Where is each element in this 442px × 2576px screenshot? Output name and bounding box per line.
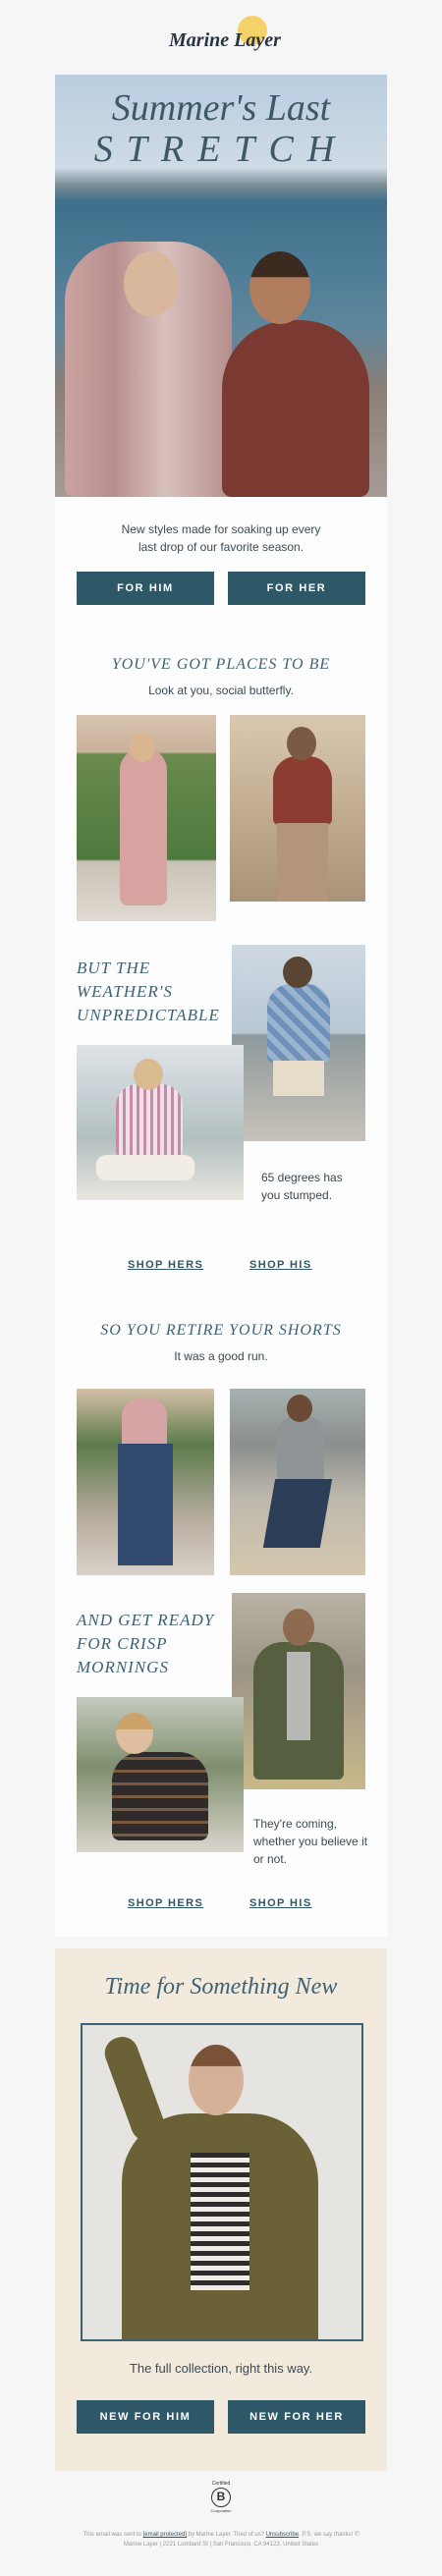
mornings-heading-line2: FOR CRISP [77,1634,168,1653]
brand-logo[interactable]: Marine Layer [167,14,281,67]
sweater-walk-figure [277,1416,324,1481]
logo-text: Marine Layer [169,29,281,51]
promo-tee-stripes [191,2153,249,2290]
b-corp-badge: Certified B Corporation [207,2481,235,2518]
hero-image[interactable]: Summer's Last STRETCH [55,75,387,497]
section-shorts-heading: SO YOU RETIRE YOUR SHORTS [100,1322,342,1339]
red-polo-head [287,727,316,760]
hero-title-line1: Summer's Last [111,87,331,129]
red-polo-figure [273,756,332,825]
b-corp-badge-bottom: Corporation [210,2508,232,2513]
hero-title-line2: STRETCH [93,129,349,170]
mornings-heading-line1: AND GET READY [77,1611,215,1629]
mornings-shop-hers-link[interactable]: SHOP HERS [128,1897,203,1909]
blue-plaid-shorts [273,1061,324,1096]
olive-jacket-head [283,1609,314,1646]
striped-shirt-legs [96,1155,194,1180]
pink-dress-head [130,733,155,762]
mornings-caption: They're coming, whether you believe it o… [253,1817,368,1866]
weather-heading-line3: UNPREDICTABLE [77,1006,220,1024]
section-shorts: SO YOU RETIRE YOUR SHORTS It was a good … [55,1283,387,1583]
weather-heading-line1: BUT THE [77,959,151,977]
denim-flare-jeans [118,1444,173,1565]
photo-blue-plaid[interactable] [232,945,365,1141]
footer-text-mid: by Marine Layer. Tired of us? [188,2532,265,2538]
weather-shop-his-link[interactable]: SHOP HIS [249,1259,312,1271]
section-weather: BUT THE WEATHER'S UNPREDICTABLE 65 degre… [55,929,387,1283]
new-for-her-button[interactable]: NEW FOR HER [228,2400,365,2434]
weather-caption: 65 degrees has you stumped. [261,1171,343,1202]
hero-woman-head [124,251,179,316]
hero-body: New styles made for soaking up every las… [55,497,387,625]
sweater-walk-head [287,1395,312,1422]
for-him-button[interactable]: FOR HIM [77,572,214,605]
olive-jacket-shirt [287,1652,310,1740]
photo-pink-dress[interactable] [77,715,216,921]
new-for-him-button[interactable]: NEW FOR HIM [77,2400,214,2434]
section-shorts-sub: It was a good run. [174,1349,268,1363]
weather-shop-hers-link[interactable]: SHOP HERS [128,1259,203,1271]
photo-denim-flare[interactable] [77,1389,214,1575]
mornings-heading-line3: MORNINGS [77,1658,169,1676]
stripe-sweater-figure [112,1752,208,1840]
section-places: YOU'VE GOT PLACES TO BE Look at you, soc… [55,625,387,929]
promo-head [189,2045,244,2115]
section-places-heading: YOU'VE GOT PLACES TO BE [111,656,331,673]
photo-red-polo[interactable] [230,715,365,902]
promo-sub: The full collection, right this way. [129,2361,313,2376]
footer-text-before: This email was sent to [83,2532,141,2538]
footer-email-link[interactable]: [email protected] [143,2532,187,2538]
footer-legal: This email was sent to [email protected]… [75,2530,367,2549]
b-corp-badge-top: Certified [211,2481,231,2487]
promo-section: Time for Something New The full collecti… [55,1948,387,2471]
photo-stripe-sweater[interactable] [77,1697,244,1852]
blue-plaid-head [283,957,312,988]
photo-striped-shirt[interactable] [77,1045,244,1200]
denim-flare-top [122,1398,167,1448]
promo-arm-raised [100,2032,169,2146]
red-polo-legs [277,823,328,902]
photo-sweater-walk[interactable] [230,1389,365,1575]
promo-title: Time for Something New [104,1974,338,2000]
hero-man-head [249,251,310,324]
weather-heading-line2: WEATHER'S [77,982,173,1001]
b-corp-icon: B [211,2488,231,2507]
striped-shirt-figure [116,1084,183,1159]
promo-image[interactable] [81,2023,363,2341]
photo-olive-jacket[interactable] [232,1593,365,1789]
sweater-walk-legs [262,1479,333,1548]
for-her-button[interactable]: FOR HER [228,572,365,605]
hero-subtitle: New styles made for soaking up every las… [121,522,321,554]
hero-man-figure [222,320,369,497]
section-places-sub: Look at you, social butterfly. [148,684,294,697]
stripe-sweater-head [116,1713,153,1754]
b-corp-letter: B [216,2490,226,2503]
striped-shirt-head [134,1059,163,1090]
footer-unsubscribe-link[interactable]: Unsubscribe [266,2532,299,2538]
blue-plaid-figure [267,984,330,1063]
section-mornings: AND GET READY FOR CRISP MORNINGS They're… [55,1583,387,1937]
mornings-shop-his-link[interactable]: SHOP HIS [249,1897,312,1909]
pink-dress-figure [120,748,167,905]
